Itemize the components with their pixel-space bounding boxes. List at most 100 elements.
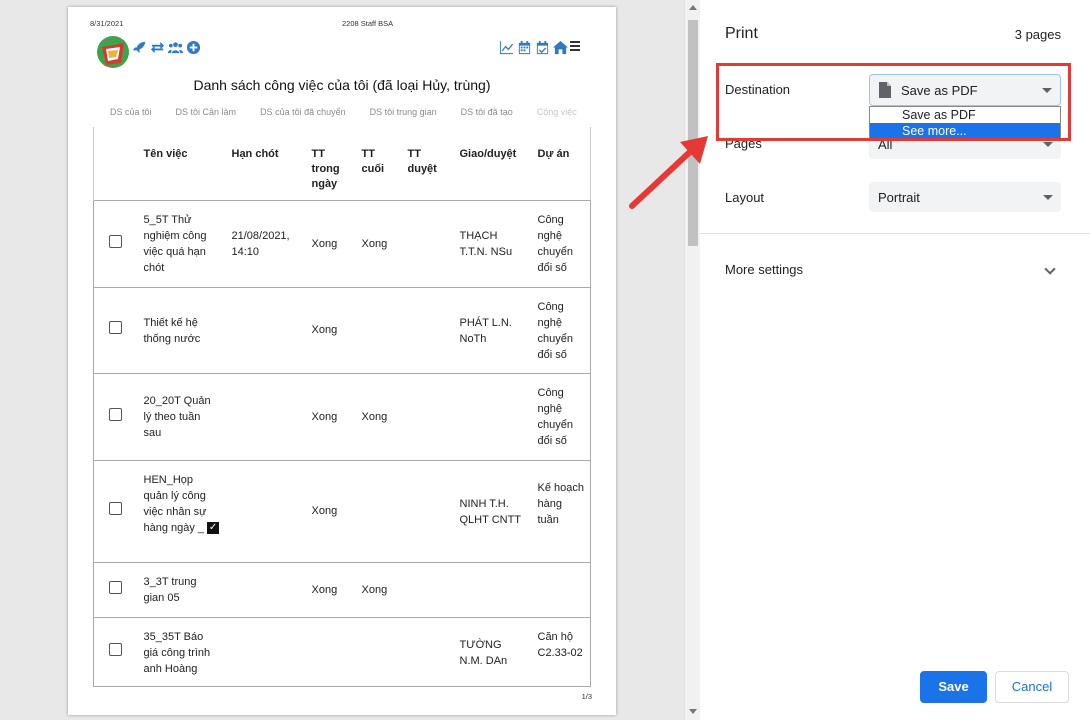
task-project: Công nghệ chuyển đổi số xyxy=(531,372,591,460)
task-deadline xyxy=(225,616,306,687)
tab-ds-trung-gian[interactable]: DS tôi trung gian xyxy=(370,107,437,117)
task-table: Tên việc Hạn chót TT trong ngày TT cuối … xyxy=(93,127,591,687)
calendar-check-icon[interactable] xyxy=(535,40,550,55)
task-tt-final: Xong xyxy=(355,199,402,287)
preview-scrollbar[interactable] xyxy=(684,0,700,720)
task-tt-day: Xong xyxy=(305,372,356,460)
column-header-assign: Giao/duyệt xyxy=(459,148,517,160)
task-project xyxy=(531,561,591,617)
home-icon[interactable] xyxy=(553,40,568,55)
column-header-tt-approve: TT duyệt xyxy=(407,148,437,175)
destination-select[interactable]: Save as PDF xyxy=(869,74,1061,106)
task-tt-final xyxy=(355,459,402,562)
users-icon[interactable] xyxy=(168,40,183,55)
chevron-down-icon[interactable] xyxy=(1044,263,1056,275)
task-tt-final: Xong xyxy=(355,372,402,460)
tab-ds-cua-toi[interactable]: DS của tôi xyxy=(110,107,152,117)
row-checkbox-cell xyxy=(93,561,138,617)
row-checkbox[interactable] xyxy=(109,580,123,594)
task-deadline xyxy=(225,561,306,617)
task-tt-day xyxy=(305,616,356,687)
hamburger-menu-icon[interactable] xyxy=(570,41,580,53)
task-tt-final xyxy=(355,616,402,687)
task-name: HEN_Họp quản lý công việc nhân sự hàng n… xyxy=(143,473,207,534)
task-project: Công nghệ chuyển đổi số xyxy=(531,199,591,287)
task-tt-day: Xong xyxy=(305,561,356,617)
task-deadline xyxy=(225,372,306,460)
more-settings-toggle[interactable]: More settings xyxy=(725,262,803,277)
document-icon xyxy=(879,82,891,98)
table-row: 5_5T Thử nghiệm công việc quá hạn chót 2… xyxy=(93,199,591,287)
nav-icons-left xyxy=(132,40,201,55)
task-assign xyxy=(453,561,532,617)
task-tt-approve xyxy=(401,561,454,617)
scroll-up-arrow-icon[interactable] xyxy=(689,5,697,10)
tab-ds-da-chuyen[interactable]: DS của tôi đã chuyển xyxy=(260,107,346,117)
column-header-name: Tên việc xyxy=(143,148,188,160)
task-assign: TƯỜNG N.M. DAn xyxy=(453,616,532,687)
dropdown-option-see-more[interactable]: See more... xyxy=(870,123,1060,139)
row-checkbox[interactable] xyxy=(109,502,123,515)
column-header-tt-day: TT trong ngày xyxy=(311,148,340,190)
chevron-down-icon xyxy=(1043,142,1053,147)
task-assign xyxy=(453,372,532,460)
nav-icons-right xyxy=(499,40,568,55)
layout-label: Layout xyxy=(725,190,765,205)
column-header-select xyxy=(93,127,138,200)
tab-ds-toi-can-lam[interactable]: DS tôi Cần làm xyxy=(176,107,237,117)
page-number: 1/3 xyxy=(581,692,592,701)
task-name-cell: HEN_Họp quản lý công việc nhân sự hàng n… xyxy=(137,459,226,562)
calendar-icon[interactable] xyxy=(517,40,532,55)
pages-label: Pages xyxy=(725,136,762,151)
task-assign: NINH T.H. QLHT CNTT xyxy=(453,459,532,562)
swap-arrows-icon[interactable] xyxy=(150,40,165,55)
annotation-arrow-icon xyxy=(629,136,708,209)
row-checkbox-cell xyxy=(93,286,138,373)
task-tt-final xyxy=(355,286,402,373)
rocket-icon[interactable] xyxy=(132,40,147,55)
print-settings-panel: Print 3 pages Destination Save as PDF Sa… xyxy=(700,0,1090,720)
line-chart-icon[interactable] xyxy=(499,40,514,55)
layout-value: Portrait xyxy=(878,190,920,205)
cancel-button[interactable]: Cancel xyxy=(995,671,1069,703)
task-name: 3_3T trung gian 05 xyxy=(137,561,226,617)
page-header-title: 2208 Staff BSA xyxy=(342,19,394,28)
column-header-deadline: Hạn chót xyxy=(231,148,279,160)
destination-label: Destination xyxy=(725,82,791,97)
column-header-project: Dự án xyxy=(531,127,591,200)
destination-dropdown-list: Save as PDF See more... xyxy=(869,106,1061,140)
task-tt-approve xyxy=(401,459,454,562)
preview-page: 8/31/2021 2208 Staff BSA Danh sách công … xyxy=(68,7,616,715)
task-name: 20_20T Quản lý theo tuần sau xyxy=(137,372,226,460)
layout-select[interactable]: Portrait xyxy=(869,182,1061,212)
row-checkbox[interactable] xyxy=(109,321,123,334)
document-tabs: DS của tôi DS tôi Cần làm DS của tôi đã … xyxy=(110,107,601,117)
page-count: 3 pages xyxy=(1014,27,1061,42)
row-checkbox[interactable] xyxy=(109,642,123,656)
task-project: Căn hộ C2.33-02 xyxy=(531,616,591,687)
row-checkbox-cell xyxy=(93,459,138,562)
task-tt-final: Xong xyxy=(355,561,402,617)
tab-ds-da-tao[interactable]: DS tôi đã tạo xyxy=(461,107,513,117)
page-header-date: 8/31/2021 xyxy=(90,19,124,28)
dropdown-option-save-as-pdf[interactable]: Save as PDF xyxy=(870,107,1060,123)
task-project: Kế hoạch hàng tuần xyxy=(531,459,591,562)
column-header-tt-final: TT cuối xyxy=(361,148,385,175)
task-assign: PHÁT L.N. NoTh xyxy=(453,286,532,373)
print-preview-area: 8/31/2021 2208 Staff BSA Danh sách công … xyxy=(0,0,684,720)
table-row: 20_20T Quản lý theo tuần sau Xong Xong C… xyxy=(93,372,591,460)
row-checkbox-cell xyxy=(93,199,138,287)
tab-cong-viec[interactable]: Công việc xyxy=(537,107,577,117)
save-button[interactable]: Save xyxy=(920,671,987,703)
scroll-down-arrow-icon[interactable] xyxy=(689,709,697,714)
row-checkbox[interactable] xyxy=(109,407,123,421)
task-deadline xyxy=(225,286,306,373)
row-checkbox[interactable] xyxy=(109,234,123,248)
app-logo-icon xyxy=(97,36,129,68)
task-tt-approve xyxy=(401,372,454,460)
add-circle-icon[interactable] xyxy=(186,40,201,55)
row-checkbox-cell xyxy=(93,372,138,460)
table-row: 3_3T trung gian 05 Xong Xong xyxy=(93,561,591,617)
table-row: HEN_Họp quản lý công việc nhân sự hàng n… xyxy=(93,459,591,562)
task-assign: THẠCH T.T.N. NSu xyxy=(453,199,532,287)
